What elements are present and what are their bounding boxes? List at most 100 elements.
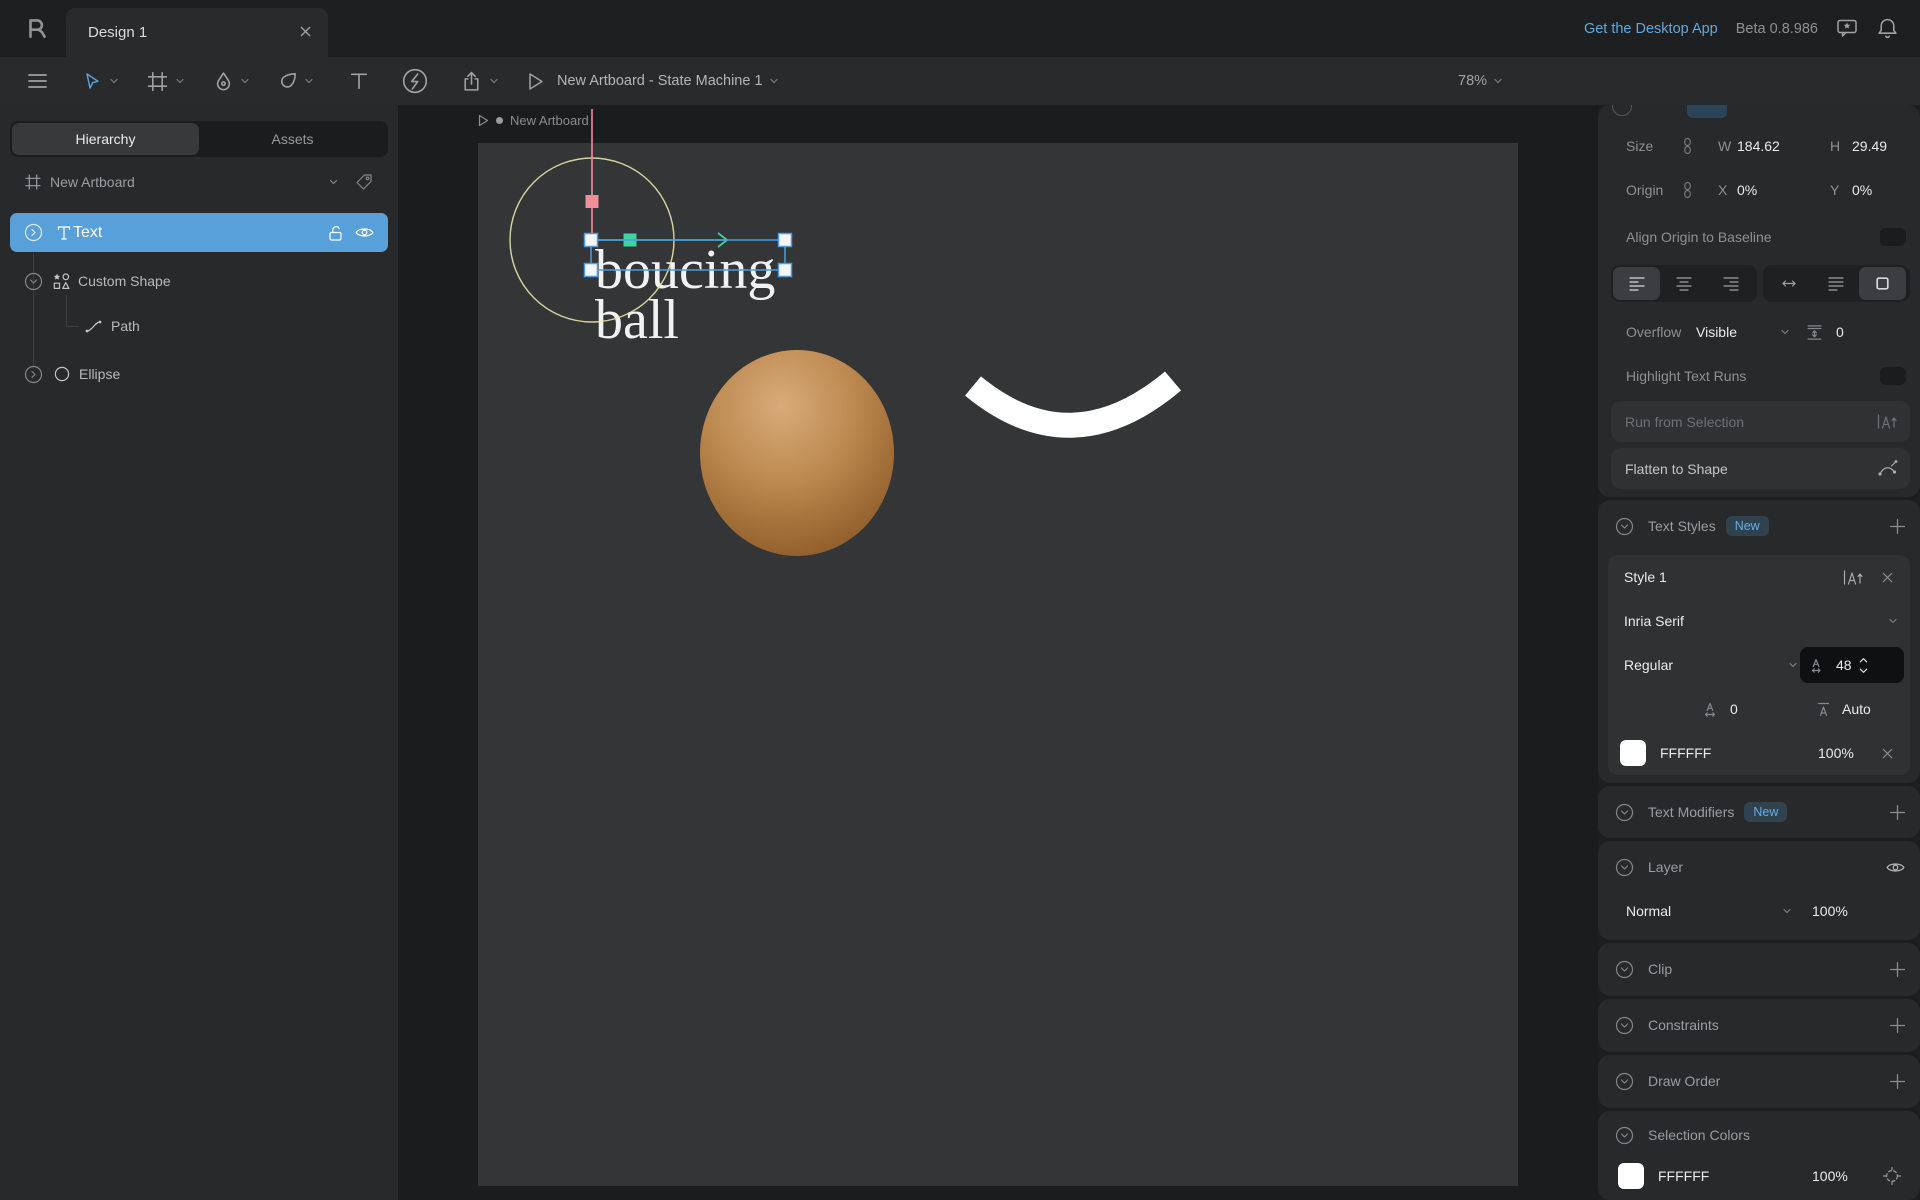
expand-chevron-icon[interactable] bbox=[24, 365, 43, 384]
chevron-down-icon[interactable] bbox=[328, 178, 339, 186]
flatten-to-shape-button[interactable]: Flatten to Shape bbox=[1611, 448, 1910, 489]
notifications-bell-icon[interactable] bbox=[1877, 17, 1898, 40]
add-icon[interactable] bbox=[1889, 961, 1906, 978]
add-icon[interactable] bbox=[1889, 518, 1906, 535]
remove-style-icon[interactable] bbox=[1881, 571, 1894, 584]
select-tool-button[interactable] bbox=[82, 57, 119, 105]
blend-mode-dropdown[interactable]: Normal bbox=[1626, 903, 1671, 919]
align-origin-toggle[interactable] bbox=[1880, 228, 1906, 246]
chevron-down-icon[interactable] bbox=[109, 77, 119, 85]
playback-target-dropdown[interactable]: New Artboard - State Machine 1 bbox=[557, 57, 779, 105]
fixed-size-button[interactable] bbox=[1859, 267, 1906, 300]
close-tab-icon[interactable] bbox=[299, 25, 312, 38]
selection-color-swatch[interactable] bbox=[1618, 1163, 1644, 1189]
align-center-button[interactable] bbox=[1660, 267, 1707, 300]
text-modifiers-header[interactable]: Text Modifiers New bbox=[1598, 786, 1920, 838]
align-right-button[interactable] bbox=[1707, 267, 1754, 300]
height-input[interactable]: 29.49 bbox=[1852, 138, 1887, 154]
tree-row-path[interactable]: Path bbox=[0, 307, 398, 345]
visibility-eye-icon[interactable] bbox=[354, 225, 375, 240]
origin-y-input[interactable]: 0% bbox=[1852, 182, 1872, 198]
add-icon[interactable] bbox=[1889, 804, 1906, 821]
tree-row-ellipse[interactable]: Ellipse bbox=[0, 355, 398, 393]
stepper-arrows-icon[interactable] bbox=[1858, 656, 1869, 675]
selection-color-opacity[interactable]: 100% bbox=[1812, 1168, 1848, 1184]
rive-logo-icon[interactable] bbox=[24, 15, 50, 41]
run-from-selection-button[interactable]: Run from Selection bbox=[1611, 401, 1910, 442]
font-family-dropdown[interactable]: Inria Serif bbox=[1624, 613, 1684, 629]
overflow-gap-input[interactable]: 0 bbox=[1836, 324, 1844, 340]
tree-row-text[interactable]: Text bbox=[10, 213, 388, 252]
overflow-dropdown[interactable]: Visible bbox=[1696, 324, 1737, 340]
width-input[interactable]: 184.62 bbox=[1737, 138, 1780, 154]
font-size-input[interactable]: 48 bbox=[1800, 647, 1904, 683]
collapse-chevron-icon[interactable] bbox=[1615, 803, 1634, 822]
tree-row-custom-shape[interactable]: Custom Shape bbox=[0, 262, 398, 300]
chevron-down-icon[interactable] bbox=[1780, 328, 1790, 336]
auto-height-button[interactable] bbox=[1812, 267, 1859, 300]
zoom-level-dropdown[interactable]: 78% bbox=[1458, 57, 1503, 105]
artboard-canvas-label[interactable]: New Artboard bbox=[478, 113, 589, 128]
link-values-icon[interactable] bbox=[1682, 137, 1693, 155]
font-size-value[interactable]: 48 bbox=[1836, 657, 1852, 673]
letter-spacing-input[interactable]: 0 bbox=[1730, 701, 1738, 717]
chevron-down-icon[interactable] bbox=[240, 77, 250, 85]
feedback-icon[interactable] bbox=[1836, 18, 1859, 39]
export-button[interactable] bbox=[460, 57, 499, 105]
draw-order-header[interactable]: Draw Order bbox=[1598, 1055, 1920, 1107]
shape-tool-button[interactable] bbox=[277, 57, 314, 105]
unlock-icon[interactable] bbox=[326, 224, 344, 242]
selection-color-hex[interactable]: FFFFFF bbox=[1658, 1168, 1709, 1184]
collapse-chevron-icon[interactable] bbox=[1615, 517, 1634, 536]
chevron-down-icon[interactable] bbox=[489, 77, 499, 85]
layer-opacity-input[interactable]: 100% bbox=[1812, 903, 1848, 919]
collapse-chevron-icon[interactable] bbox=[1615, 960, 1634, 979]
add-icon[interactable] bbox=[1889, 1017, 1906, 1034]
text-run-icon[interactable] bbox=[1842, 569, 1864, 586]
tab-assets[interactable]: Assets bbox=[199, 123, 386, 155]
get-desktop-app-link[interactable]: Get the Desktop App bbox=[1584, 21, 1718, 37]
fill-color-swatch[interactable] bbox=[1620, 740, 1646, 766]
play-button[interactable] bbox=[526, 57, 545, 105]
collapse-chevron-icon[interactable] bbox=[1615, 1126, 1634, 1145]
file-tab[interactable]: Design 1 bbox=[66, 8, 328, 57]
fill-hex-input[interactable]: FFFFFF bbox=[1660, 745, 1711, 761]
tree-row-artboard[interactable]: New Artboard bbox=[0, 163, 398, 201]
canvas-text-element[interactable]: boucing ball bbox=[595, 242, 775, 348]
tab-hierarchy[interactable]: Hierarchy bbox=[12, 123, 199, 155]
font-family-row[interactable]: Inria Serif bbox=[1608, 599, 1910, 643]
origin-x-input[interactable]: 0% bbox=[1737, 182, 1757, 198]
canvas-viewport[interactable]: New Artboard boucing ball bbox=[398, 105, 1598, 1200]
add-icon[interactable] bbox=[1889, 1073, 1906, 1090]
font-weight-dropdown[interactable]: Regular bbox=[1624, 657, 1673, 673]
link-values-icon[interactable] bbox=[1682, 181, 1693, 199]
layer-header[interactable]: Layer bbox=[1598, 841, 1920, 893]
pen-tool-button[interactable] bbox=[213, 57, 250, 105]
collapse-chevron-icon[interactable] bbox=[24, 272, 43, 291]
text-tool-button[interactable] bbox=[349, 57, 369, 105]
auto-width-button[interactable] bbox=[1765, 267, 1812, 300]
highlight-runs-toggle[interactable] bbox=[1880, 367, 1906, 385]
events-tool-button[interactable] bbox=[401, 57, 429, 105]
chevron-down-icon[interactable] bbox=[175, 77, 185, 85]
target-picker-icon[interactable] bbox=[1882, 1166, 1902, 1186]
visibility-eye-icon[interactable] bbox=[1885, 860, 1906, 875]
play-icon[interactable] bbox=[478, 114, 489, 127]
clip-header[interactable]: Clip bbox=[1598, 943, 1920, 995]
collapse-chevron-icon[interactable] bbox=[1615, 858, 1634, 877]
main-menu-button[interactable] bbox=[27, 57, 48, 105]
align-left-button[interactable] bbox=[1613, 267, 1660, 300]
artboard-tool-button[interactable] bbox=[146, 57, 185, 105]
expand-chevron-icon[interactable] bbox=[24, 223, 43, 242]
line-height-input[interactable]: Auto bbox=[1842, 701, 1871, 717]
tag-icon[interactable] bbox=[355, 173, 373, 191]
chevron-down-icon[interactable] bbox=[304, 77, 314, 85]
collapse-chevron-icon[interactable] bbox=[1615, 1016, 1634, 1035]
style-name[interactable]: Style 1 bbox=[1624, 569, 1667, 585]
selection-colors-header[interactable]: Selection Colors bbox=[1598, 1111, 1920, 1159]
collapse-chevron-icon[interactable] bbox=[1615, 1072, 1634, 1091]
text-styles-header[interactable]: Text Styles New bbox=[1598, 500, 1920, 552]
fill-opacity-input[interactable]: 100% bbox=[1818, 745, 1854, 761]
constraints-header[interactable]: Constraints bbox=[1598, 999, 1920, 1051]
remove-fill-icon[interactable] bbox=[1881, 747, 1894, 760]
